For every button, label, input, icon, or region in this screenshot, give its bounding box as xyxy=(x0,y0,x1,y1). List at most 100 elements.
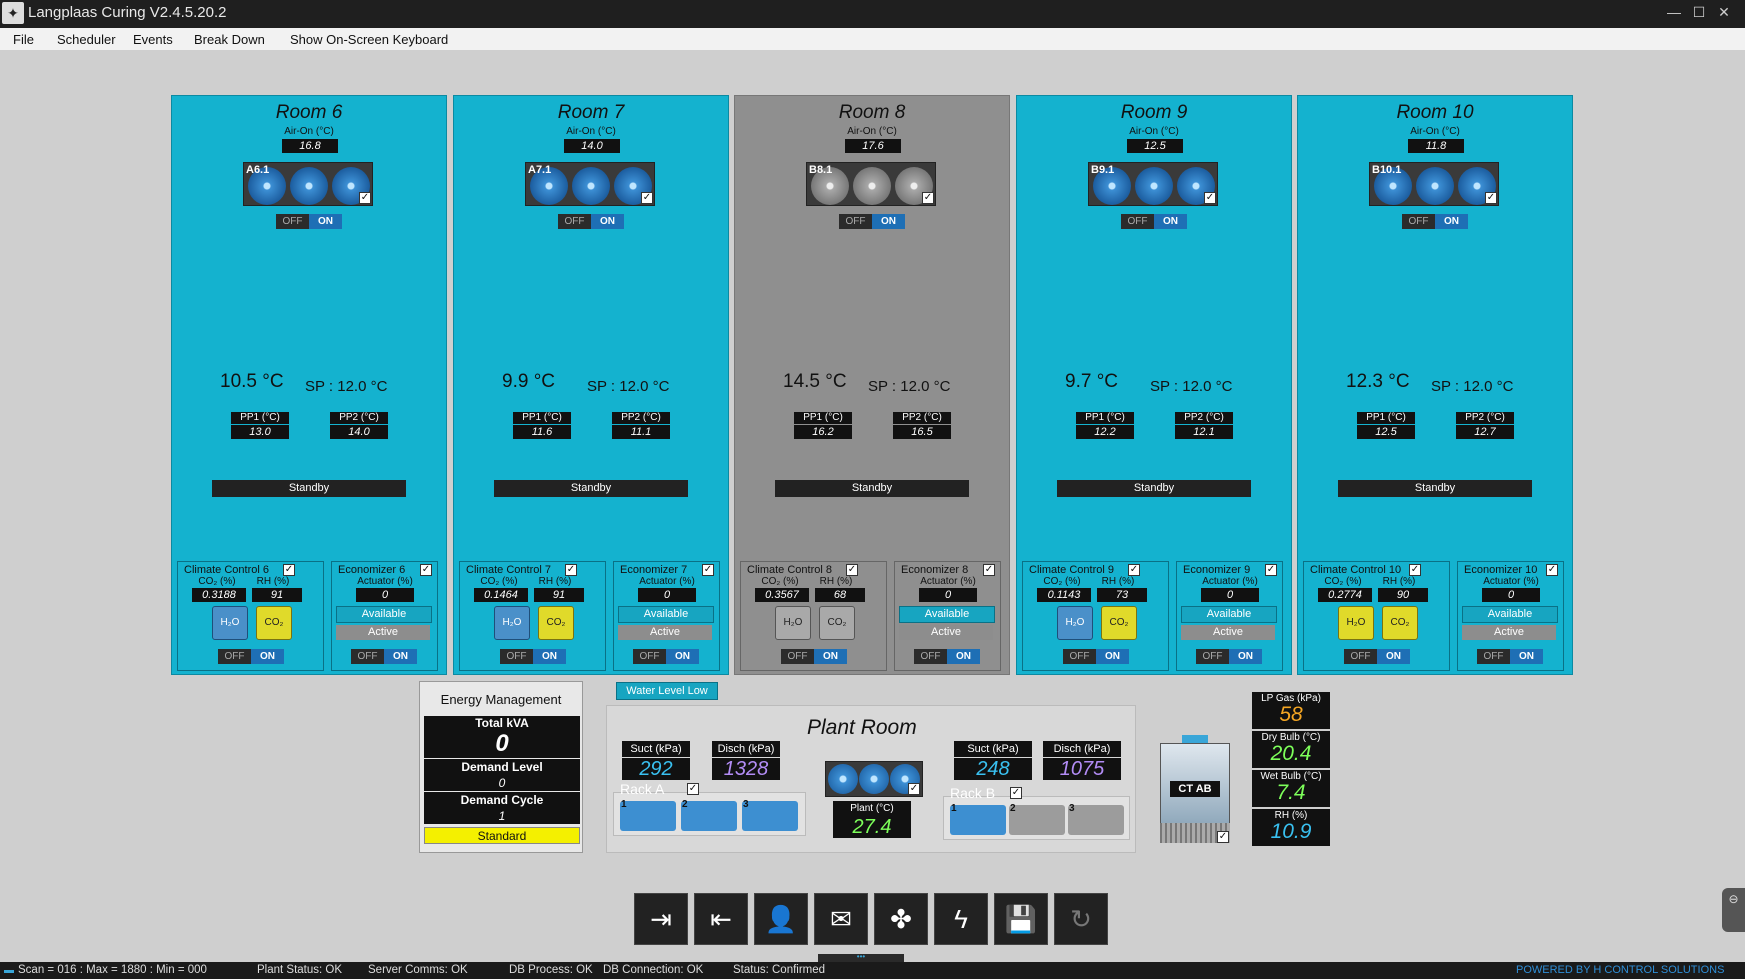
off-option[interactable]: OFF xyxy=(1196,649,1229,664)
off-option[interactable]: OFF xyxy=(914,649,947,664)
room-setpoint[interactable]: SP : 12.0 °C xyxy=(868,378,950,395)
mail-icon[interactable]: ✉ xyxy=(814,893,868,945)
off-option[interactable]: OFF xyxy=(218,649,251,664)
co2-scrubber-icon[interactable]: CO₂ xyxy=(1101,606,1137,640)
co2-value[interactable]: 0.2774 xyxy=(1318,588,1372,602)
actuator-value[interactable]: 0 xyxy=(638,588,696,602)
on-option[interactable]: ON xyxy=(1154,214,1187,229)
fan-bank-checkbox[interactable]: ✓ xyxy=(922,192,934,204)
climate-on-off-toggle[interactable]: OFF ON xyxy=(1063,649,1129,664)
cooling-tower-checkbox[interactable]: ✓ xyxy=(1217,831,1229,843)
compressor-a3[interactable] xyxy=(742,801,798,831)
climate-control-checkbox[interactable]: ✓ xyxy=(565,564,577,576)
fan-bank-checkbox[interactable]: ✓ xyxy=(1485,192,1497,204)
menu-scheduler[interactable]: Scheduler xyxy=(57,32,116,47)
fan-on-off-toggle[interactable]: OFF ON xyxy=(558,214,624,229)
on-option[interactable]: ON xyxy=(384,649,417,664)
rh-value[interactable]: 68 xyxy=(815,588,865,602)
rh-value[interactable]: 91 xyxy=(534,588,584,602)
room-setpoint[interactable]: SP : 12.0 °C xyxy=(1150,378,1232,395)
economizer-checkbox[interactable]: ✓ xyxy=(1265,564,1277,576)
active-status-button[interactable]: Active xyxy=(618,625,712,640)
power-icon[interactable]: ϟ xyxy=(934,893,988,945)
off-option[interactable]: OFF xyxy=(351,649,384,664)
fan-bank[interactable]: B9.1 ✓ xyxy=(1088,162,1218,206)
compressor-b2[interactable] xyxy=(1009,805,1065,835)
on-option[interactable]: ON xyxy=(666,649,699,664)
co2-scrubber-icon[interactable]: CO₂ xyxy=(819,606,855,640)
plant-fan-checkbox[interactable]: ✓ xyxy=(908,783,920,795)
on-option[interactable]: ON xyxy=(1377,649,1410,664)
close-icon[interactable]: ✕ xyxy=(1713,2,1735,22)
climate-control-checkbox[interactable]: ✓ xyxy=(1128,564,1140,576)
fan-settings-icon[interactable]: ✤ xyxy=(874,893,928,945)
available-status-button[interactable]: Available xyxy=(618,606,714,623)
plant-fan-panel[interactable]: ✓ xyxy=(825,761,923,797)
maximize-icon[interactable]: ☐ xyxy=(1688,2,1710,22)
active-status-button[interactable]: Active xyxy=(1181,625,1275,640)
fan-on-off-toggle[interactable]: OFF ON xyxy=(839,214,905,229)
menu-events[interactable]: Events xyxy=(133,32,173,47)
co2-scrubber-icon[interactable]: CO₂ xyxy=(538,606,574,640)
rack-a-checkbox[interactable]: ✓ xyxy=(687,783,699,795)
co2-scrubber-icon[interactable]: CO₂ xyxy=(256,606,292,640)
co2-value[interactable]: 0.3567 xyxy=(755,588,809,602)
on-option[interactable]: ON xyxy=(251,649,284,664)
economizer-on-off-toggle[interactable]: OFF ON xyxy=(1477,649,1543,664)
active-status-button[interactable]: Active xyxy=(1462,625,1556,640)
fan-bank-checkbox[interactable]: ✓ xyxy=(641,192,653,204)
climate-on-off-toggle[interactable]: OFF ON xyxy=(218,649,284,664)
climate-on-off-toggle[interactable]: OFF ON xyxy=(1344,649,1410,664)
rack-b[interactable]: Rack B ✓ 1 2 3 xyxy=(943,785,1130,840)
room-setpoint[interactable]: SP : 12.0 °C xyxy=(305,378,387,395)
available-status-button[interactable]: Available xyxy=(1462,606,1558,623)
on-option[interactable]: ON xyxy=(1096,649,1129,664)
economizer-checkbox[interactable]: ✓ xyxy=(983,564,995,576)
active-status-button[interactable]: Active xyxy=(899,625,993,640)
off-option[interactable]: OFF xyxy=(781,649,814,664)
room-setpoint[interactable]: SP : 12.0 °C xyxy=(587,378,669,395)
user-settings-icon[interactable]: 👤 xyxy=(754,893,808,945)
compressor-a2[interactable] xyxy=(681,801,737,831)
economizer-on-off-toggle[interactable]: OFF ON xyxy=(1196,649,1262,664)
fan-bank[interactable]: B10.1 ✓ xyxy=(1369,162,1499,206)
fan-bank-checkbox[interactable]: ✓ xyxy=(1204,192,1216,204)
economizer-on-off-toggle[interactable]: OFF ON xyxy=(914,649,980,664)
co2-value[interactable]: 0.1464 xyxy=(474,588,528,602)
room-setpoint[interactable]: SP : 12.0 °C xyxy=(1431,378,1513,395)
on-option[interactable]: ON xyxy=(814,649,847,664)
humidifier-icon[interactable]: H₂O xyxy=(1338,606,1374,640)
on-option[interactable]: ON xyxy=(309,214,342,229)
on-option[interactable]: ON xyxy=(1510,649,1543,664)
compressor-b3[interactable] xyxy=(1068,805,1124,835)
compressor-a1[interactable] xyxy=(620,801,676,831)
fan-on-off-toggle[interactable]: OFF ON xyxy=(1402,214,1468,229)
available-status-button[interactable]: Available xyxy=(336,606,432,623)
rack-b-checkbox[interactable]: ✓ xyxy=(1010,787,1022,799)
off-option[interactable]: OFF xyxy=(500,649,533,664)
fan-bank[interactable]: B8.1 ✓ xyxy=(806,162,936,206)
climate-on-off-toggle[interactable]: OFF ON xyxy=(781,649,847,664)
compressor-b1[interactable] xyxy=(950,805,1006,835)
on-option[interactable]: ON xyxy=(1435,214,1468,229)
off-option[interactable]: OFF xyxy=(839,214,872,229)
toolbar-handle[interactable]: ••• xyxy=(818,953,904,962)
fan-on-off-toggle[interactable]: OFF ON xyxy=(1121,214,1187,229)
off-option[interactable]: OFF xyxy=(276,214,309,229)
humidifier-icon[interactable]: H₂O xyxy=(212,606,248,640)
save-icon[interactable]: 💾 xyxy=(994,893,1048,945)
on-option[interactable]: ON xyxy=(872,214,905,229)
actuator-value[interactable]: 0 xyxy=(1201,588,1259,602)
active-status-button[interactable]: Active xyxy=(336,625,430,640)
climate-control-checkbox[interactable]: ✓ xyxy=(846,564,858,576)
actuator-value[interactable]: 0 xyxy=(356,588,414,602)
logout-icon[interactable]: ⇤ xyxy=(694,893,748,945)
co2-value[interactable]: 0.1143 xyxy=(1037,588,1091,602)
co2-value[interactable]: 0.3188 xyxy=(192,588,246,602)
rh-value[interactable]: 73 xyxy=(1097,588,1147,602)
economizer-on-off-toggle[interactable]: OFF ON xyxy=(633,649,699,664)
off-option[interactable]: OFF xyxy=(633,649,666,664)
on-option[interactable]: ON xyxy=(591,214,624,229)
economizer-on-off-toggle[interactable]: OFF ON xyxy=(351,649,417,664)
energy-mode-button[interactable]: Standard xyxy=(424,827,580,844)
